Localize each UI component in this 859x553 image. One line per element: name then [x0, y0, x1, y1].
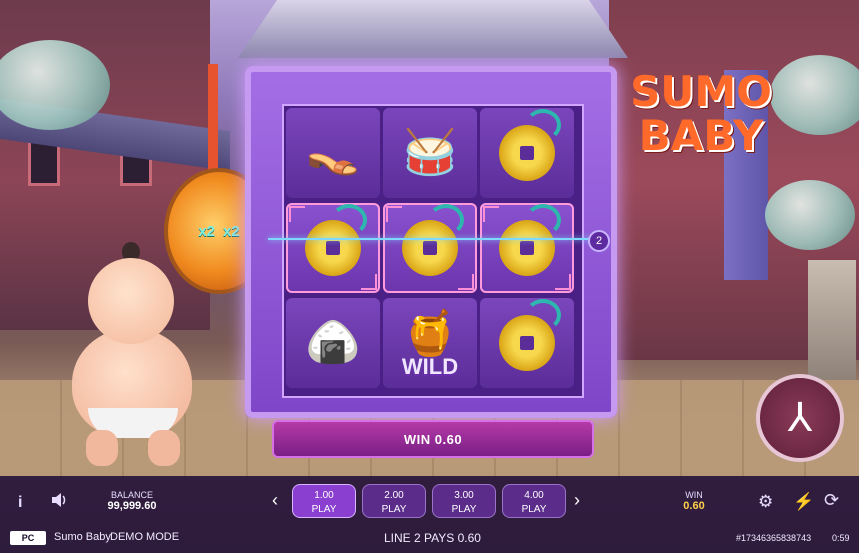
win-value: 0.60: [683, 500, 705, 512]
baby-leg: [148, 430, 180, 466]
speaker-icon[interactable]: [50, 492, 68, 513]
bet-label: PLAY: [451, 504, 477, 515]
line-pays-text: LINE 2 PAYS 0.60: [384, 531, 481, 545]
medallion-cord: [208, 64, 218, 174]
win-banner-text: WIN 0.60: [403, 431, 463, 447]
line-marker-2: 2: [588, 230, 610, 252]
logo-line-2: BABY: [638, 111, 764, 160]
coin-icon: [305, 204, 367, 276]
next-bet-arrow-icon[interactable]: ›: [574, 490, 580, 511]
reel-cell-wild: 🍯 WILD: [383, 298, 477, 388]
spin-button[interactable]: ⅄: [756, 374, 844, 462]
wild-label: WILD: [401, 354, 459, 379]
win-banner: WIN 0.60: [272, 420, 594, 458]
bet-label: PLAY: [381, 504, 407, 515]
bet-amount: 1.00: [314, 490, 334, 501]
window: [28, 140, 60, 186]
sandals-icon: 👡: [305, 128, 361, 177]
balance-value: 99,999.60: [107, 500, 157, 512]
reel-grid: 👡 🥁 🍙 🍯 WILD: [282, 104, 584, 398]
coin-icon: [499, 204, 561, 276]
game-logo: SUMO BABY: [628, 70, 774, 158]
clock: 0:59: [832, 533, 850, 543]
baby-head: [88, 258, 174, 344]
coin-icon: [499, 109, 561, 181]
reel-cell-coin-winning: [286, 203, 380, 293]
bet-amount: 2.00: [384, 490, 404, 501]
provider-logo: PC: [10, 531, 46, 545]
reel-cell-coin: [480, 298, 574, 388]
demo-mode-label: DEMO MODE: [110, 531, 180, 543]
reel-cell-coin-winning: [383, 203, 477, 293]
coin-icon: [499, 299, 561, 371]
game-name: Sumo Baby: [54, 531, 111, 543]
balance-display: BALANCE 99,999.60: [100, 490, 164, 512]
balance-label: BALANCE: [110, 490, 154, 500]
winning-payline: [268, 238, 598, 240]
reel-cell-onigiri: 🍙: [286, 298, 380, 388]
bet-button-1[interactable]: 1.00 PLAY: [292, 484, 356, 518]
turbo-icon[interactable]: ⚡: [793, 492, 814, 512]
bet-amount: 4.00: [524, 490, 544, 501]
bet-label: PLAY: [521, 504, 547, 515]
reel-cell-coin-winning: [480, 203, 574, 293]
info-icon[interactable]: i: [18, 494, 22, 512]
win-label: WIN: [685, 490, 703, 500]
bet-button-3[interactable]: 3.00 PLAY: [432, 484, 496, 518]
tree: [765, 180, 855, 250]
temple-roof: [238, 0, 628, 58]
wild-icon: 🍯: [402, 309, 458, 358]
bet-button-4[interactable]: 4.00 PLAY: [502, 484, 566, 518]
bet-button-2[interactable]: 2.00 PLAY: [362, 484, 426, 518]
prev-bet-arrow-icon[interactable]: ‹: [272, 490, 278, 511]
coin-icon: [402, 204, 464, 276]
reel-cell-sandals: 👡: [286, 108, 380, 198]
refresh-icon[interactable]: ⟳: [824, 490, 839, 511]
multiplier-right: x2: [223, 222, 240, 240]
bet-label: PLAY: [311, 504, 337, 515]
onigiri-icon: 🍙: [305, 318, 361, 367]
logo-line-1: SUMO: [630, 67, 772, 116]
drum-icon: 🥁: [402, 128, 458, 177]
reel-cell-drum: 🥁: [383, 108, 477, 198]
spin-icon: ⅄: [787, 396, 813, 440]
reel-cell-coin: [480, 108, 574, 198]
reel-frame: 👡 🥁 🍙 🍯 WILD: [245, 66, 617, 418]
win-display: WIN 0.60: [672, 490, 716, 512]
multiplier-left: x2: [198, 222, 215, 240]
bet-amount: 3.00: [454, 490, 474, 501]
baby-leg: [86, 430, 118, 466]
stone-lantern: [808, 260, 856, 380]
tree: [770, 55, 859, 135]
autoplay-icon[interactable]: ⚙: [758, 492, 773, 512]
round-id: #17346365838743: [736, 533, 812, 543]
